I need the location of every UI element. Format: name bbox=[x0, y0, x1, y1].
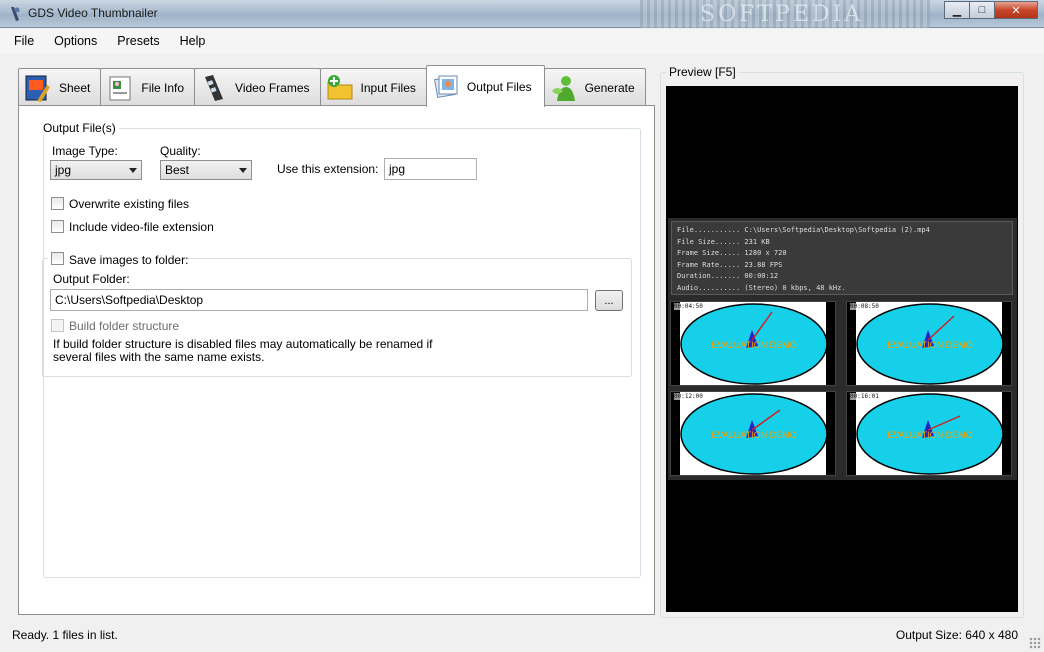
save-to-folder-label: Save images to folder: bbox=[69, 253, 189, 267]
tab-video-frames[interactable]: Video Frames bbox=[194, 68, 321, 106]
overwrite-label: Overwrite existing files bbox=[69, 197, 190, 211]
status-bar: Ready. 1 files in list. Output Size: 640… bbox=[0, 622, 1044, 652]
evaluation-text: EVALUATION DEMO bbox=[887, 430, 972, 440]
clock-image: EVALUATION DEMO bbox=[680, 393, 828, 475]
output-group-label: Output File(s) bbox=[40, 121, 119, 135]
build-structure-checkbox[interactable] bbox=[51, 319, 64, 332]
video-info-box: File........... C:\Users\Softpedia\Deskt… bbox=[671, 221, 1013, 295]
resize-grip-icon[interactable] bbox=[1029, 637, 1041, 649]
info-line: Frame Rate..... 23.88 FPS bbox=[677, 260, 783, 269]
window-title: GDS Video Thumbnailer bbox=[28, 6, 158, 20]
include-extension-label: Include video-file extension bbox=[69, 220, 214, 234]
tab-label: Generate bbox=[584, 80, 635, 95]
title-watermark-text: SOFTPEDIA bbox=[700, 2, 864, 27]
extension-input[interactable]: jpg bbox=[384, 158, 477, 180]
include-extension-checkbox[interactable] bbox=[51, 220, 64, 233]
chevron-down-icon bbox=[239, 168, 247, 173]
tab-sheet[interactable]: Sheet bbox=[18, 68, 102, 106]
app-icon bbox=[11, 7, 20, 21]
tab-file-info[interactable]: File Info bbox=[100, 68, 196, 106]
info-line: File Size...... 231 KB bbox=[677, 237, 770, 246]
film-icon bbox=[199, 73, 229, 103]
menu-bar: File Options Presets Help bbox=[0, 29, 1044, 53]
quality-label: Quality: bbox=[160, 144, 201, 158]
evaluation-text: EVALUATION DEMO bbox=[887, 340, 972, 350]
thumbnail-timestamp: 00:12:00 bbox=[674, 393, 703, 400]
tab-output-files[interactable]: Output Files bbox=[425, 65, 545, 107]
clock-image: EVALUATION DEMO bbox=[856, 303, 1004, 385]
thumbnail-frame: EVALUATION DEMO 00:16:01 bbox=[846, 391, 1012, 476]
menu-file[interactable]: File bbox=[14, 34, 34, 48]
chevron-down-icon bbox=[129, 168, 137, 173]
thumbnail-frame: EVALUATION DEMO 00:08:50 bbox=[846, 301, 1012, 386]
info-line: Audio.......... (Stereo) 0 kbps, 48 kHz. bbox=[677, 283, 846, 292]
tab-label: File Info bbox=[141, 80, 185, 95]
evaluation-text: EVALUATION DEMO bbox=[711, 340, 796, 350]
maximize-button[interactable]: □ bbox=[969, 1, 995, 19]
title-bar: SOFTPEDIA GDS Video Thumbnailer ▁ □ ✕ bbox=[0, 0, 1044, 28]
menu-presets[interactable]: Presets bbox=[117, 34, 159, 48]
generate-icon bbox=[549, 73, 579, 103]
quality-select[interactable]: Best bbox=[160, 160, 252, 180]
tab-label: Input Files bbox=[360, 80, 416, 95]
info-line: Frame Size..... 1280 x 720 bbox=[677, 249, 787, 257]
tab-strip: Sheet File Info Video Frames Input Files… bbox=[18, 64, 646, 107]
sheet-icon bbox=[23, 73, 53, 103]
output-folder-label: Output Folder: bbox=[53, 272, 130, 286]
preview-label: Preview [F5] bbox=[666, 65, 739, 79]
browse-folder-button[interactable]: ... bbox=[595, 290, 623, 311]
clock-image: EVALUATION DEMO bbox=[680, 303, 828, 385]
minimize-icon: ▁ bbox=[952, 4, 962, 17]
output-size-text: Output Size: 640 x 480 bbox=[895, 628, 1018, 642]
tab-generate[interactable]: Generate bbox=[543, 68, 646, 106]
minimize-button[interactable]: ▁ bbox=[944, 1, 970, 19]
menu-help[interactable]: Help bbox=[180, 34, 206, 48]
image-type-select[interactable]: jpg bbox=[50, 160, 142, 180]
clock-image: EVALUATION DEMO bbox=[856, 393, 1004, 475]
output-folder-input[interactable]: C:\Users\Softpedia\Desktop bbox=[50, 289, 588, 311]
tab-input-files[interactable]: Input Files bbox=[319, 68, 427, 106]
quality-value: Best bbox=[165, 163, 190, 177]
tab-label: Video Frames bbox=[235, 80, 310, 95]
image-type-label: Image Type: bbox=[52, 144, 118, 158]
maximize-icon: □ bbox=[978, 4, 986, 16]
thumbnail-timestamp: 00:08:50 bbox=[850, 303, 879, 310]
thumbnail-frame: EVALUATION DEMO 00:12:00 bbox=[670, 391, 836, 476]
thumbnail-timestamp: 00:04:50 bbox=[674, 303, 703, 310]
status-text: Ready. 1 files in list. bbox=[12, 628, 118, 642]
image-type-value: jpg bbox=[55, 163, 72, 177]
thumbnail-timestamp: 00:16:01 bbox=[850, 393, 879, 400]
thumbnail-sheet: File........... C:\Users\Softpedia\Deskt… bbox=[668, 218, 1017, 480]
folder-note-line2: several files with the same name exists. bbox=[53, 350, 265, 364]
overwrite-checkbox[interactable] bbox=[51, 197, 64, 210]
build-structure-label: Build folder structure bbox=[69, 319, 180, 333]
close-button[interactable]: ✕ bbox=[994, 1, 1038, 19]
close-icon: ✕ bbox=[1011, 4, 1021, 17]
info-line: File........... C:\Users\Softpedia\Deskt… bbox=[677, 226, 930, 234]
tab-label: Sheet bbox=[59, 80, 91, 95]
evaluation-text: EVALUATION DEMO bbox=[711, 430, 796, 440]
folder-add-icon bbox=[325, 73, 355, 103]
info-line: Duration....... 00:00:12 bbox=[677, 272, 779, 280]
thumbnail-frame: EVALUATION DEMO 00:04:50 bbox=[670, 301, 836, 386]
tab-label: Output Files bbox=[466, 79, 532, 94]
save-to-folder-checkbox[interactable] bbox=[51, 252, 64, 265]
file-info-icon bbox=[105, 73, 135, 103]
menu-options[interactable]: Options bbox=[54, 34, 97, 48]
extension-label: Use this extension: bbox=[277, 162, 379, 176]
output-images-icon bbox=[431, 72, 461, 102]
